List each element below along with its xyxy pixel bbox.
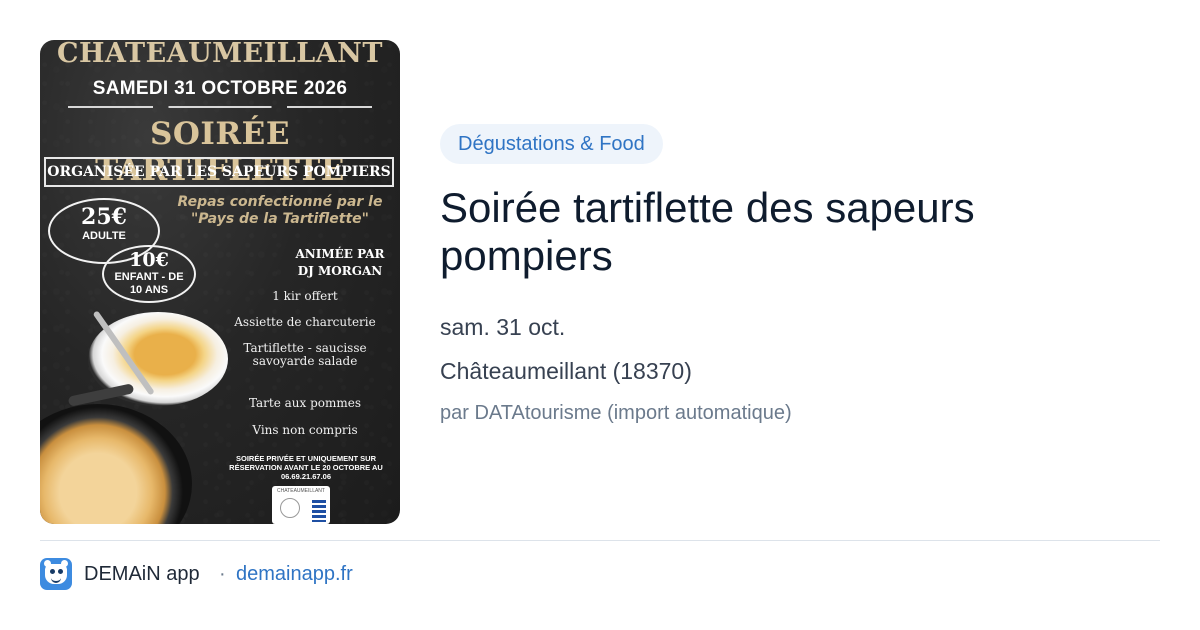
site-domain-link[interactable]: demainapp.fr — [236, 563, 353, 586]
price-adult: 25€ — [81, 204, 127, 230]
poster-town: CHATEAUMEILLANT — [57, 40, 383, 69]
event-poster-image: CHATEAUMEILLANT SAMEDI 31 OCTOBRE 2026 S… — [40, 40, 400, 524]
event-title: Soirée tartiflette des sapeurs pompiers — [440, 184, 975, 279]
app-name: DEMAiN app — [84, 563, 200, 585]
poster-reservation-note: SOIRÉE PRIVÉE ET UNIQUEMENT SUR RÉSERVAT… — [229, 454, 383, 481]
logo-stripes-icon — [312, 500, 326, 522]
poster-repas: Repas confectionné par le "Pays de la Ta… — [177, 194, 383, 227]
poster-anim-line-2: DJ MORGAN — [297, 264, 383, 278]
price-adult-label: ADULTE — [82, 230, 126, 242]
menu-item-charcuterie: Assiette de charcuterie — [234, 315, 376, 329]
price-child-label-2: 10 ANS — [129, 284, 169, 296]
menu-item-vins: Vins non compris — [252, 423, 358, 437]
menu-item-tarte: Tarte aux pommes — [248, 396, 362, 410]
town-logo: CHATEAUMEILLANT — [272, 486, 330, 524]
menu-item-kir: 1 kir offert — [272, 289, 338, 303]
price-child: 10€ — [129, 249, 169, 271]
poster-divider-lines — [68, 106, 372, 108]
town-logo-text: CHATEAUMEILLANT — [277, 488, 325, 494]
category-badge[interactable]: Dégustations & Food — [440, 124, 663, 164]
poster-animation: ANIMÉE PAR DJ MORGAN — [280, 246, 400, 280]
app-logo-icon — [40, 558, 72, 590]
event-date: sam. 31 oct. — [440, 314, 566, 340]
price-child-label-1: ENFANT - DE — [114, 271, 184, 283]
price-child-oval: 10€ ENFANT - DE 10 ANS — [102, 245, 196, 303]
menu-item-tartiflette: Tartiflette - saucisse savoyarde salade — [243, 341, 367, 368]
poster-organizer: ORGANISÉE PAR LES SAPEURS POMPIERS — [44, 157, 394, 187]
footer-separator: · — [219, 563, 226, 585]
logo-emblem-icon — [280, 498, 300, 518]
poster-anim-line-1: ANIMÉE PAR — [295, 247, 385, 261]
footer-divider — [40, 540, 1160, 541]
event-source: par DATAtourisme (import automatique) — [440, 402, 792, 424]
poster-date: SAMEDI 31 OCTOBRE 2026 — [92, 78, 348, 99]
event-location: Châteaumeillant (18370) — [440, 358, 692, 384]
